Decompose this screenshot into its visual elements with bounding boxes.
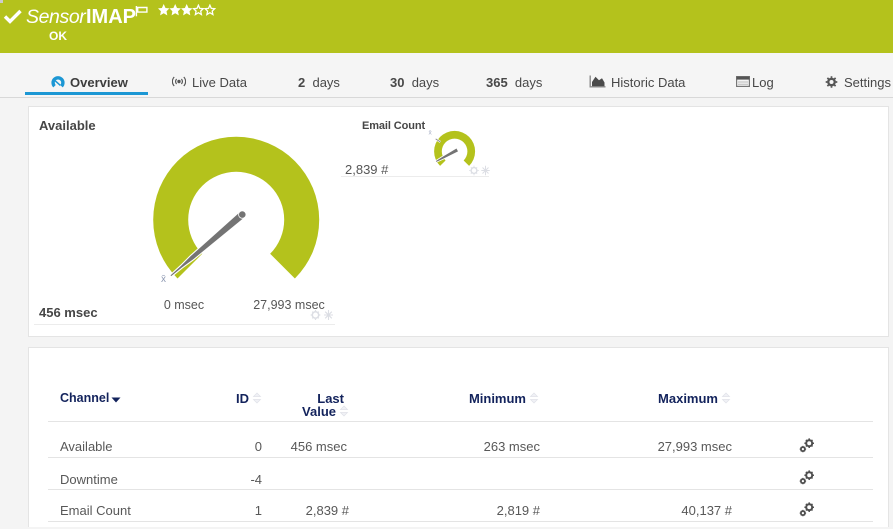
svg-text:x̄: x̄ (429, 130, 433, 137)
svg-text:x̄: x̄ (161, 274, 166, 285)
